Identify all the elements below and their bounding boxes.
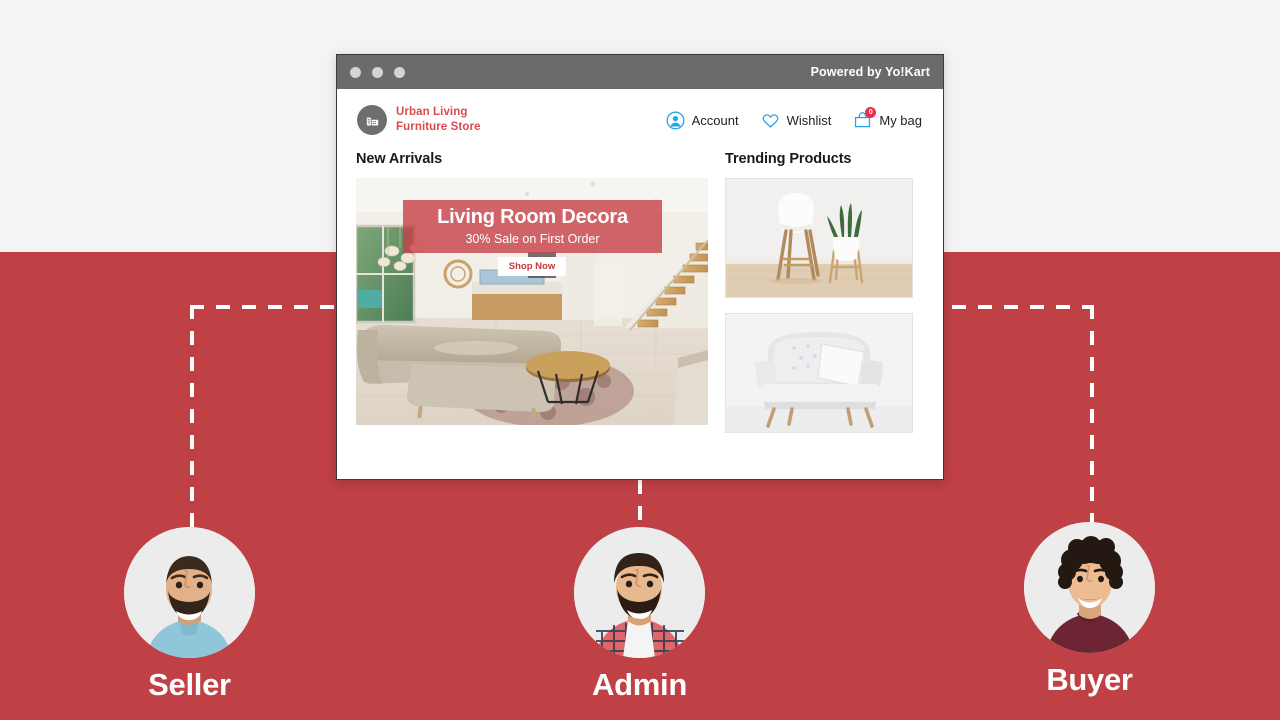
powered-by-label: Powered by Yo!Kart bbox=[810, 65, 930, 79]
brand-name-line-2: Furniture Store bbox=[396, 121, 481, 133]
window-titlebar: Powered by Yo!Kart bbox=[337, 55, 943, 89]
store-content: New Arrivals Living Room Decora 30% Sale… bbox=[337, 151, 943, 448]
bar-stool-product-image bbox=[726, 179, 912, 297]
hero-title: Living Room Decora bbox=[437, 206, 628, 228]
nav-item-my-bag[interactable]: 0 My bag bbox=[853, 106, 922, 130]
shop-now-button[interactable]: Shop Now bbox=[497, 257, 567, 276]
brand-name-line-1: Urban Living bbox=[396, 106, 468, 119]
nav-item-account[interactable]: Account bbox=[666, 111, 739, 130]
product-card-armchair[interactable] bbox=[725, 313, 913, 433]
nav-item-wishlist-label: Wishlist bbox=[786, 112, 832, 128]
connector-vertical-admin bbox=[638, 480, 642, 532]
hero-overlay: Living Room Decora 30% Sale on First Ord… bbox=[403, 200, 662, 253]
persona-admin: Admin bbox=[574, 527, 705, 700]
persona-seller: Seller bbox=[124, 527, 255, 700]
avatar bbox=[1024, 522, 1155, 653]
persona-buyer: Buyer bbox=[1024, 522, 1155, 695]
bag-count-badge: 0 bbox=[865, 106, 877, 118]
nav-item-wishlist[interactable]: Wishlist bbox=[761, 111, 832, 130]
connector-vertical-buyer bbox=[1090, 305, 1094, 527]
connector-vertical-seller bbox=[190, 305, 194, 530]
brand-logo-block[interactable]: Urban Living Furniture Store bbox=[357, 105, 481, 135]
hero-banner[interactable]: Living Room Decora 30% Sale on First Ord… bbox=[356, 178, 708, 425]
product-card-bar-stool[interactable] bbox=[725, 178, 913, 298]
persona-label-buyer: Buyer bbox=[1046, 662, 1133, 697]
storefront-building-icon bbox=[357, 105, 387, 135]
wishlist-heart-icon bbox=[761, 111, 780, 130]
browser-window: Powered by Yo!Kart Urban Living Furnitur… bbox=[336, 54, 944, 480]
shopping-bag-icon: 0 bbox=[853, 106, 877, 130]
buyer-portrait bbox=[1024, 522, 1155, 653]
trending-products-title: Trending Products bbox=[725, 151, 852, 167]
persona-label-admin: Admin bbox=[592, 667, 687, 702]
trending-products-section: Trending Products bbox=[725, 151, 913, 448]
new-arrivals-title: New Arrivals bbox=[356, 151, 443, 167]
avatar bbox=[124, 527, 255, 658]
account-user-icon bbox=[666, 111, 685, 130]
window-dot-minimize[interactable] bbox=[372, 66, 383, 78]
admin-portrait bbox=[574, 527, 705, 658]
window-dot-close[interactable] bbox=[350, 66, 361, 78]
avatar bbox=[574, 527, 705, 658]
nav-item-account-label: Account bbox=[691, 112, 739, 128]
persona-label-seller: Seller bbox=[148, 667, 231, 702]
nav-item-my-bag-label: My bag bbox=[879, 112, 922, 128]
seller-portrait bbox=[124, 527, 255, 658]
store-header: Urban Living Furniture Store Account Wis… bbox=[337, 89, 943, 151]
brand-name: Urban Living Furniture Store bbox=[396, 105, 481, 135]
armchair-product-image bbox=[726, 314, 912, 432]
hero-subtitle: 30% Sale on First Order bbox=[465, 232, 600, 246]
window-dot-maximize[interactable] bbox=[394, 66, 405, 78]
store-nav: Account Wishlist 0 My bag bbox=[666, 106, 922, 130]
new-arrivals-section: New Arrivals Living Room Decora 30% Sale… bbox=[356, 151, 708, 448]
